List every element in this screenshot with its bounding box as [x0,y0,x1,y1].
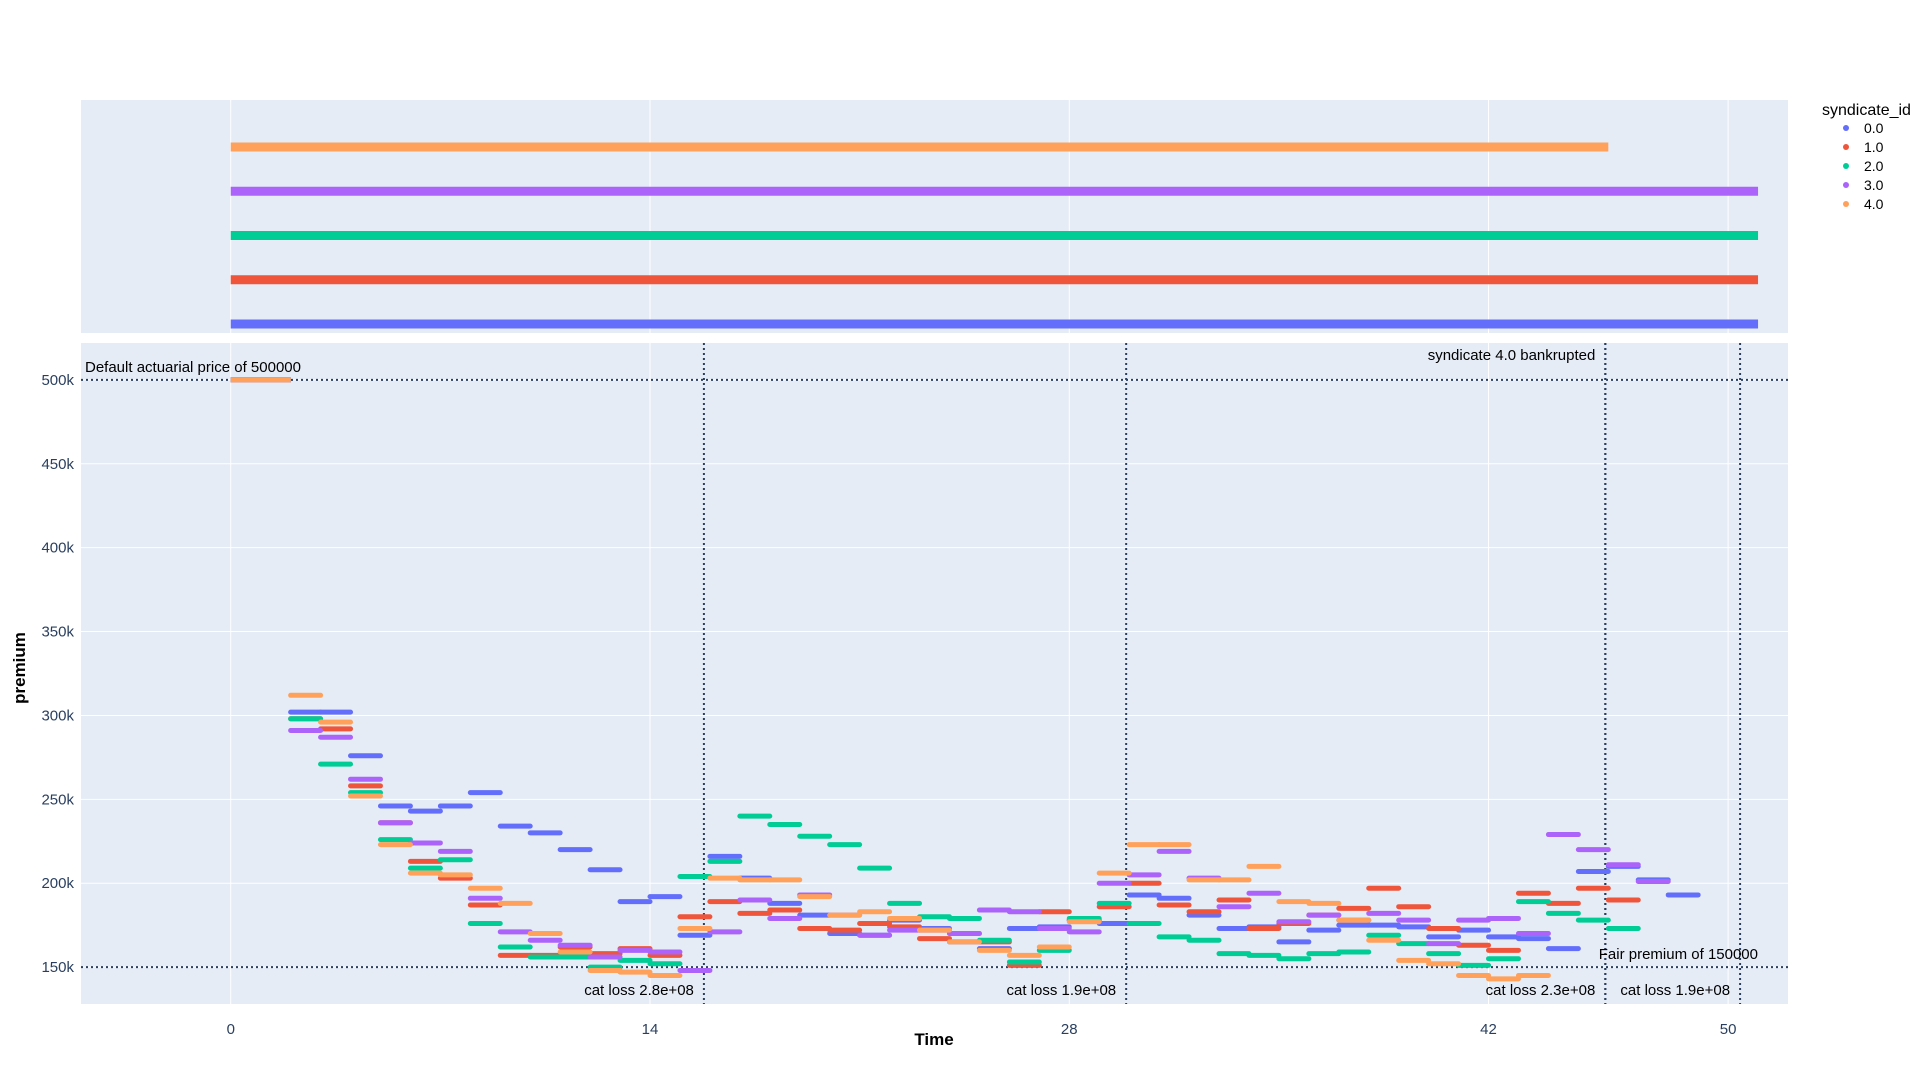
top-panel-background [81,100,1788,333]
legend-marker-3.0 [1843,182,1849,188]
y-tick-200k: 200k [41,875,74,892]
x-axis-title: Time [914,1030,953,1049]
y-tick-300k: 300k [41,707,74,724]
x-tick-42: 42 [1480,1021,1497,1038]
hline-label-0: Default actuarial price of 500000 [85,359,301,376]
legend-label-3.0: 3.0 [1864,177,1884,193]
hline-label-1: Fair premium of 150000 [1599,946,1758,963]
x-tick-28: 28 [1061,1021,1078,1038]
legend-marker-4.0 [1843,201,1849,207]
y-tick-450k: 450k [41,456,74,473]
legend-label-2.0: 2.0 [1864,158,1884,174]
vline-label-1: cat loss 1.9e+08 [1006,982,1116,999]
x-tick-14: 14 [642,1021,659,1038]
legend-marker-1.0 [1843,144,1849,150]
legend-label-4.0: 4.0 [1864,196,1884,212]
legend-label-1.0: 1.0 [1864,139,1884,155]
y-tick-400k: 400k [41,540,74,557]
legend: syndicate_id 0.0 1.0 2.0 3.0 4.0 [1822,102,1911,212]
x-axis-ticks: 0 14 28 42 50 [227,1021,1737,1038]
legend-title: syndicate_id [1822,102,1911,119]
main-plot-background [81,343,1788,1004]
legend-label-0.0: 0.0 [1864,120,1884,136]
vline-label-0: cat loss 2.8e+08 [584,982,694,999]
y-tick-250k: 250k [41,791,74,808]
legend-marker-2.0 [1843,163,1849,169]
x-tick-0: 0 [227,1021,235,1038]
y-tick-150k: 150k [41,959,74,976]
y-tick-500k: 500k [41,372,74,389]
y-tick-350k: 350k [41,624,74,641]
y-axis-title: premium [10,632,29,704]
legend-marker-0.0 [1843,125,1849,131]
vline-label-3: syndicate 4.0 bankrupted [1428,347,1596,364]
vline-label-2: cat loss 2.3e+08 [1486,982,1596,999]
vline-label-4: cat loss 1.9e+08 [1620,982,1730,999]
x-tick-50: 50 [1720,1021,1737,1038]
premium-chart: Default actuarial price of 500000 Fair pr… [10,100,1911,1049]
y-axis-ticks: 150k 200k 250k 300k 350k 400k 450k 500k [41,372,74,976]
